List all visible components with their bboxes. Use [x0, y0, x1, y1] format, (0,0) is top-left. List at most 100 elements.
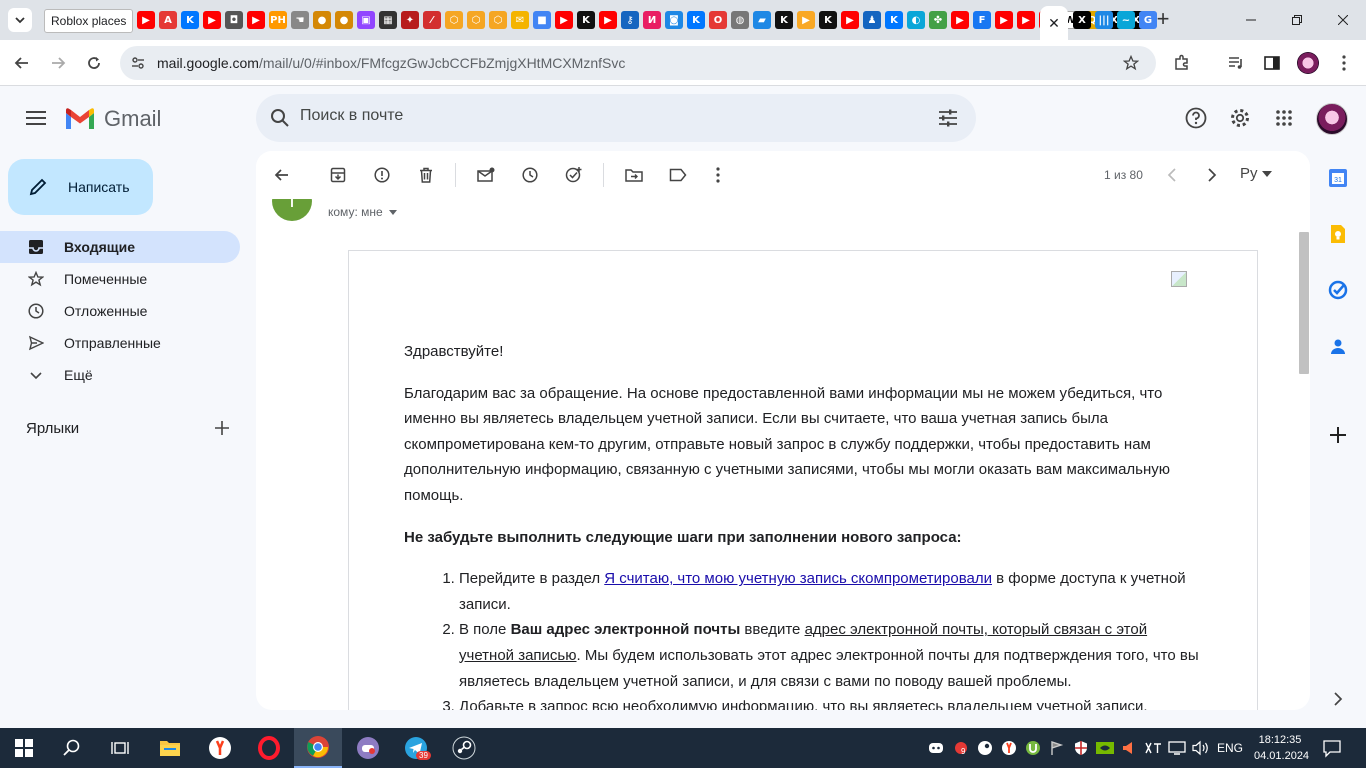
get-addons-button[interactable]	[1327, 424, 1349, 446]
active-tab[interactable]: ✕	[1040, 6, 1068, 40]
youtube-icon[interactable]: ▶	[599, 11, 617, 29]
minimize-button[interactable]	[1228, 0, 1274, 40]
media-button[interactable]	[1222, 49, 1250, 77]
gmail-logo[interactable]: Gmail	[64, 106, 161, 132]
back-to-inbox-button[interactable]	[270, 163, 294, 187]
recipient-line[interactable]: кому: мне	[328, 205, 397, 219]
twitch-icon[interactable]: ▣	[357, 11, 375, 29]
letter-i-icon[interactable]: И	[643, 11, 661, 29]
youtube-icon[interactable]: ▶	[137, 11, 155, 29]
close-tab-icon[interactable]: ✕	[1048, 15, 1060, 32]
play-yellow-icon[interactable]: ▶	[797, 11, 815, 29]
task-view-button[interactable]	[96, 728, 144, 768]
labels-button[interactable]	[666, 163, 690, 187]
discord-tray-icon[interactable]	[926, 738, 946, 758]
multi-icon[interactable]: ✤	[929, 11, 947, 29]
network-tray-icon[interactable]	[1167, 738, 1187, 758]
search-input[interactable]: Поиск в почте	[300, 107, 403, 125]
url-text[interactable]: mail.google.com/mail/u/0/#inbox/FMfcgzGw…	[157, 55, 625, 71]
telegram-button[interactable]: 39	[392, 728, 440, 768]
start-button[interactable]	[0, 728, 48, 768]
site-settings-icon[interactable]	[130, 55, 146, 71]
keyboard-language[interactable]: ENG	[1217, 741, 1243, 755]
forward-button[interactable]	[44, 49, 72, 77]
taskbar-clock[interactable]: 18:12:35 04.01.2024	[1254, 732, 1309, 764]
person-icon[interactable]: ♟	[863, 11, 881, 29]
roblox-icon[interactable]: ◘	[225, 11, 243, 29]
profile-button[interactable]	[1294, 49, 1322, 77]
close-window-button[interactable]	[1320, 0, 1366, 40]
youtube-icon[interactable]: ▶	[247, 11, 265, 29]
nav-sent[interactable]: Отправленные	[0, 327, 240, 359]
message-scrollbar[interactable]	[1299, 232, 1309, 374]
youtube-icon[interactable]: ▶	[1017, 11, 1035, 29]
delete-button[interactable]	[414, 163, 438, 187]
edge-icon[interactable]: ◐	[907, 11, 925, 29]
mail-icon[interactable]: ✉	[511, 11, 529, 29]
main-menu-button[interactable]	[24, 106, 48, 130]
newer-button[interactable]	[1160, 163, 1184, 187]
add-label-button[interactable]	[212, 418, 232, 438]
mail-search-bar[interactable]: Поиск в почте	[256, 94, 976, 142]
chrome-button[interactable]	[294, 728, 342, 768]
vk-icon[interactable]: K	[885, 11, 903, 29]
vk-icon[interactable]: K	[687, 11, 705, 29]
move-to-button[interactable]	[622, 163, 646, 187]
nav-snoozed[interactable]: Отложенные	[0, 295, 240, 327]
kinopoisk-icon[interactable]: K	[577, 11, 595, 29]
more-actions-button[interactable]	[706, 163, 730, 187]
vk-icon[interactable]: K	[181, 11, 199, 29]
contacts-app-button[interactable]	[1327, 335, 1349, 357]
volume-tray-icon[interactable]	[1191, 738, 1211, 758]
chat-icon[interactable]: ▰	[753, 11, 771, 29]
cube-icon[interactable]: ■	[533, 11, 551, 29]
circle-icon[interactable]: ●	[313, 11, 331, 29]
shield-tray-icon[interactable]	[1071, 738, 1091, 758]
add-to-tasks-button[interactable]	[562, 163, 586, 187]
calendar-app-button[interactable]: 31	[1327, 167, 1349, 189]
nav-more[interactable]: Ещё	[0, 359, 240, 391]
youtube-icon[interactable]: ▶	[995, 11, 1013, 29]
kinopoisk-icon[interactable]: K	[775, 11, 793, 29]
google-apps-button[interactable]	[1272, 106, 1296, 130]
steam-button[interactable]	[440, 728, 488, 768]
grid-icon[interactable]: ▦	[379, 11, 397, 29]
report-spam-button[interactable]	[370, 163, 394, 187]
input-method-tray-icon[interactable]	[1143, 738, 1163, 758]
youtube-icon[interactable]: ▶	[203, 11, 221, 29]
red-icon[interactable]: ⁄	[423, 11, 441, 29]
hexagon-icon[interactable]: ⬡	[489, 11, 507, 29]
bookmark-star-icon[interactable]	[1123, 55, 1139, 71]
side-panel-button[interactable]	[1258, 49, 1286, 77]
audio-app-tray-icon[interactable]	[1119, 738, 1139, 758]
settings-button[interactable]	[1228, 106, 1252, 130]
search-options-icon[interactable]	[936, 106, 960, 130]
compose-button[interactable]: Написать	[8, 159, 153, 215]
account-avatar[interactable]	[1316, 103, 1348, 135]
key-icon[interactable]: ⚷	[621, 11, 639, 29]
reload-button[interactable]	[80, 49, 108, 77]
input-language-select[interactable]: Ру	[1240, 165, 1272, 182]
nvidia-tray-icon[interactable]	[1095, 738, 1115, 758]
extensions-button[interactable]	[1168, 49, 1196, 77]
taskbar-search-button[interactable]	[48, 728, 96, 768]
circle-icon[interactable]: ●	[335, 11, 353, 29]
keep-app-button[interactable]	[1327, 223, 1349, 245]
browser-menu-button[interactable]	[1330, 49, 1358, 77]
letter-f-icon[interactable]: F	[973, 11, 991, 29]
x-icon[interactable]: X	[1073, 11, 1091, 29]
older-button[interactable]	[1200, 163, 1224, 187]
discord-app-button[interactable]	[344, 728, 392, 768]
circle-red-icon[interactable]: O	[709, 11, 727, 29]
recipient-details-icon[interactable]	[388, 209, 397, 215]
snooze-button[interactable]	[518, 163, 542, 187]
back-button[interactable]	[8, 49, 36, 77]
search-icon[interactable]	[268, 106, 292, 130]
tab-search-button[interactable]	[8, 8, 32, 32]
archive-button[interactable]	[326, 163, 350, 187]
youtube-icon[interactable]: ▶	[951, 11, 969, 29]
kinopoisk-icon[interactable]: K	[819, 11, 837, 29]
support-button[interactable]	[1184, 106, 1208, 130]
nav-starred[interactable]: Помеченные	[0, 263, 240, 295]
app-icon[interactable]: ◙	[665, 11, 683, 29]
